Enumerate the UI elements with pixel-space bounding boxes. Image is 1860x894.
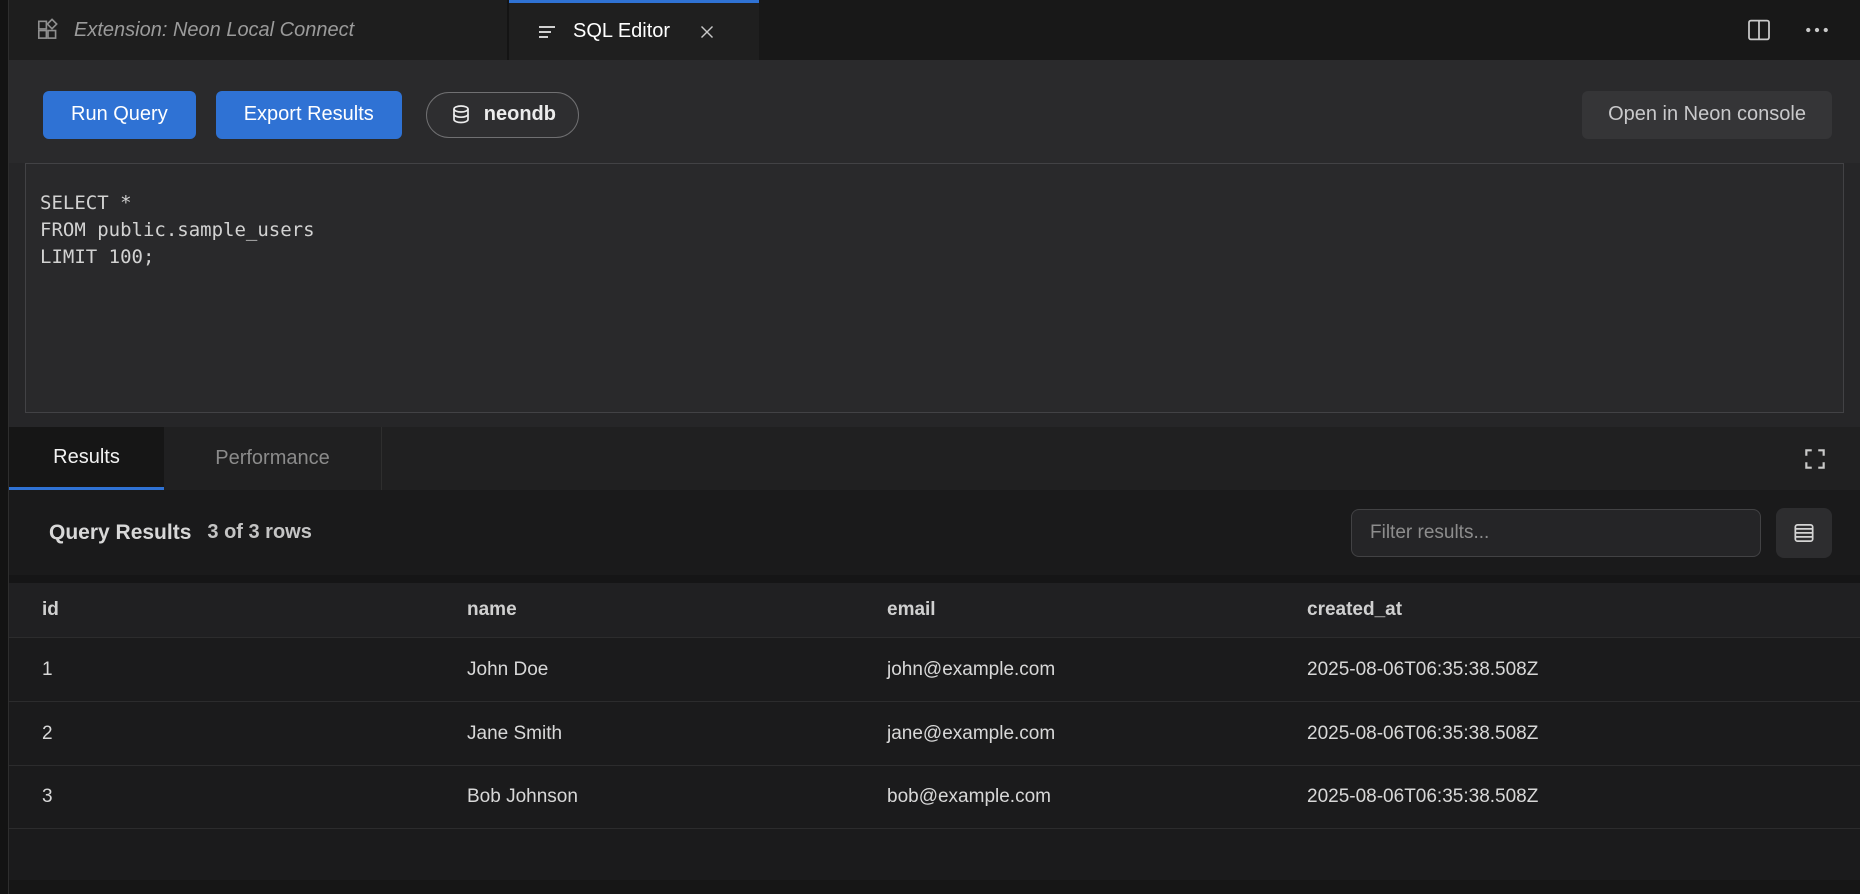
window: Extension: Neon Local Connect SQL Editor (0, 0, 1860, 894)
table-cell: jane@example.com (887, 723, 1307, 745)
list-icon (535, 20, 559, 44)
table-header-row: idnameemailcreated_at (9, 583, 1860, 637)
export-results-button[interactable]: Export Results (216, 91, 402, 139)
table-cell: 2025-08-06T06:35:38.508Z (1307, 659, 1860, 681)
editor-group: Extension: Neon Local Connect SQL Editor (9, 0, 1860, 894)
tab-extension-neon-local-connect[interactable]: Extension: Neon Local Connect (9, 0, 509, 60)
column-header: id (42, 599, 467, 621)
tab-label: SQL Editor (573, 20, 670, 43)
ellipsis-icon[interactable] (1802, 15, 1832, 45)
table-row[interactable]: 1John Doejohn@example.com2025-08-06T06:3… (9, 637, 1860, 701)
table-cell: 2025-08-06T06:35:38.508Z (1307, 723, 1860, 745)
row-view-button[interactable] (1776, 508, 1832, 558)
extensions-icon (35, 17, 61, 43)
tab-bar: Extension: Neon Local Connect SQL Editor (9, 0, 1860, 60)
tab-label: Extension: Neon Local Connect (74, 19, 354, 42)
table-row[interactable]: 2Jane Smithjane@example.com2025-08-06T06… (9, 701, 1860, 765)
editor-actions (1744, 0, 1860, 60)
column-header: created_at (1307, 599, 1860, 621)
column-header: name (467, 599, 887, 621)
sql-code[interactable]: SELECT * FROM public.sample_users LIMIT … (25, 163, 1844, 413)
close-icon[interactable] (696, 21, 718, 43)
table-cell: bob@example.com (887, 786, 1307, 808)
query-results-header: Query Results 3 of 3 rows (9, 490, 1860, 575)
window-left-edge (0, 0, 9, 894)
table-cell: 3 (42, 786, 467, 808)
table-cell: john@example.com (887, 659, 1307, 681)
table-cell: 2 (42, 723, 467, 745)
tab-performance[interactable]: Performance (164, 427, 382, 490)
window-bottom-edge (9, 880, 1860, 894)
table-cell: Jane Smith (467, 723, 887, 745)
sql-editor-panel: SELECT * FROM public.sample_users LIMIT … (9, 163, 1860, 427)
results-title: Query Results (49, 521, 191, 545)
fullscreen-icon[interactable] (1802, 446, 1828, 472)
rows-icon (1791, 520, 1817, 546)
database-icon (449, 103, 473, 127)
database-name: neondb (484, 103, 556, 126)
query-toolbar: Run Query Export Results neondb Open in … (9, 60, 1860, 163)
results-row-count: 3 of 3 rows (207, 521, 311, 544)
run-query-button[interactable]: Run Query (43, 91, 196, 139)
table-cell: 2025-08-06T06:35:38.508Z (1307, 786, 1860, 808)
results-tab-strip: Results Performance (9, 427, 1860, 490)
column-header: email (887, 599, 1307, 621)
database-selector[interactable]: neondb (426, 92, 579, 138)
table-row[interactable]: 3Bob Johnsonbob@example.com2025-08-06T06… (9, 765, 1860, 829)
open-neon-console-button[interactable]: Open in Neon console (1582, 91, 1832, 139)
table-cell: 1 (42, 659, 467, 681)
table-cell: John Doe (467, 659, 887, 681)
filter-results-input[interactable] (1351, 509, 1761, 557)
table-cell: Bob Johnson (467, 786, 887, 808)
tab-sql-editor[interactable]: SQL Editor (509, 0, 759, 60)
results-table: idnameemailcreated_at 1John Doejohn@exam… (9, 575, 1860, 894)
split-editor-icon[interactable] (1744, 15, 1774, 45)
table-body: 1John Doejohn@example.com2025-08-06T06:3… (9, 637, 1860, 829)
tab-results[interactable]: Results (9, 427, 164, 490)
